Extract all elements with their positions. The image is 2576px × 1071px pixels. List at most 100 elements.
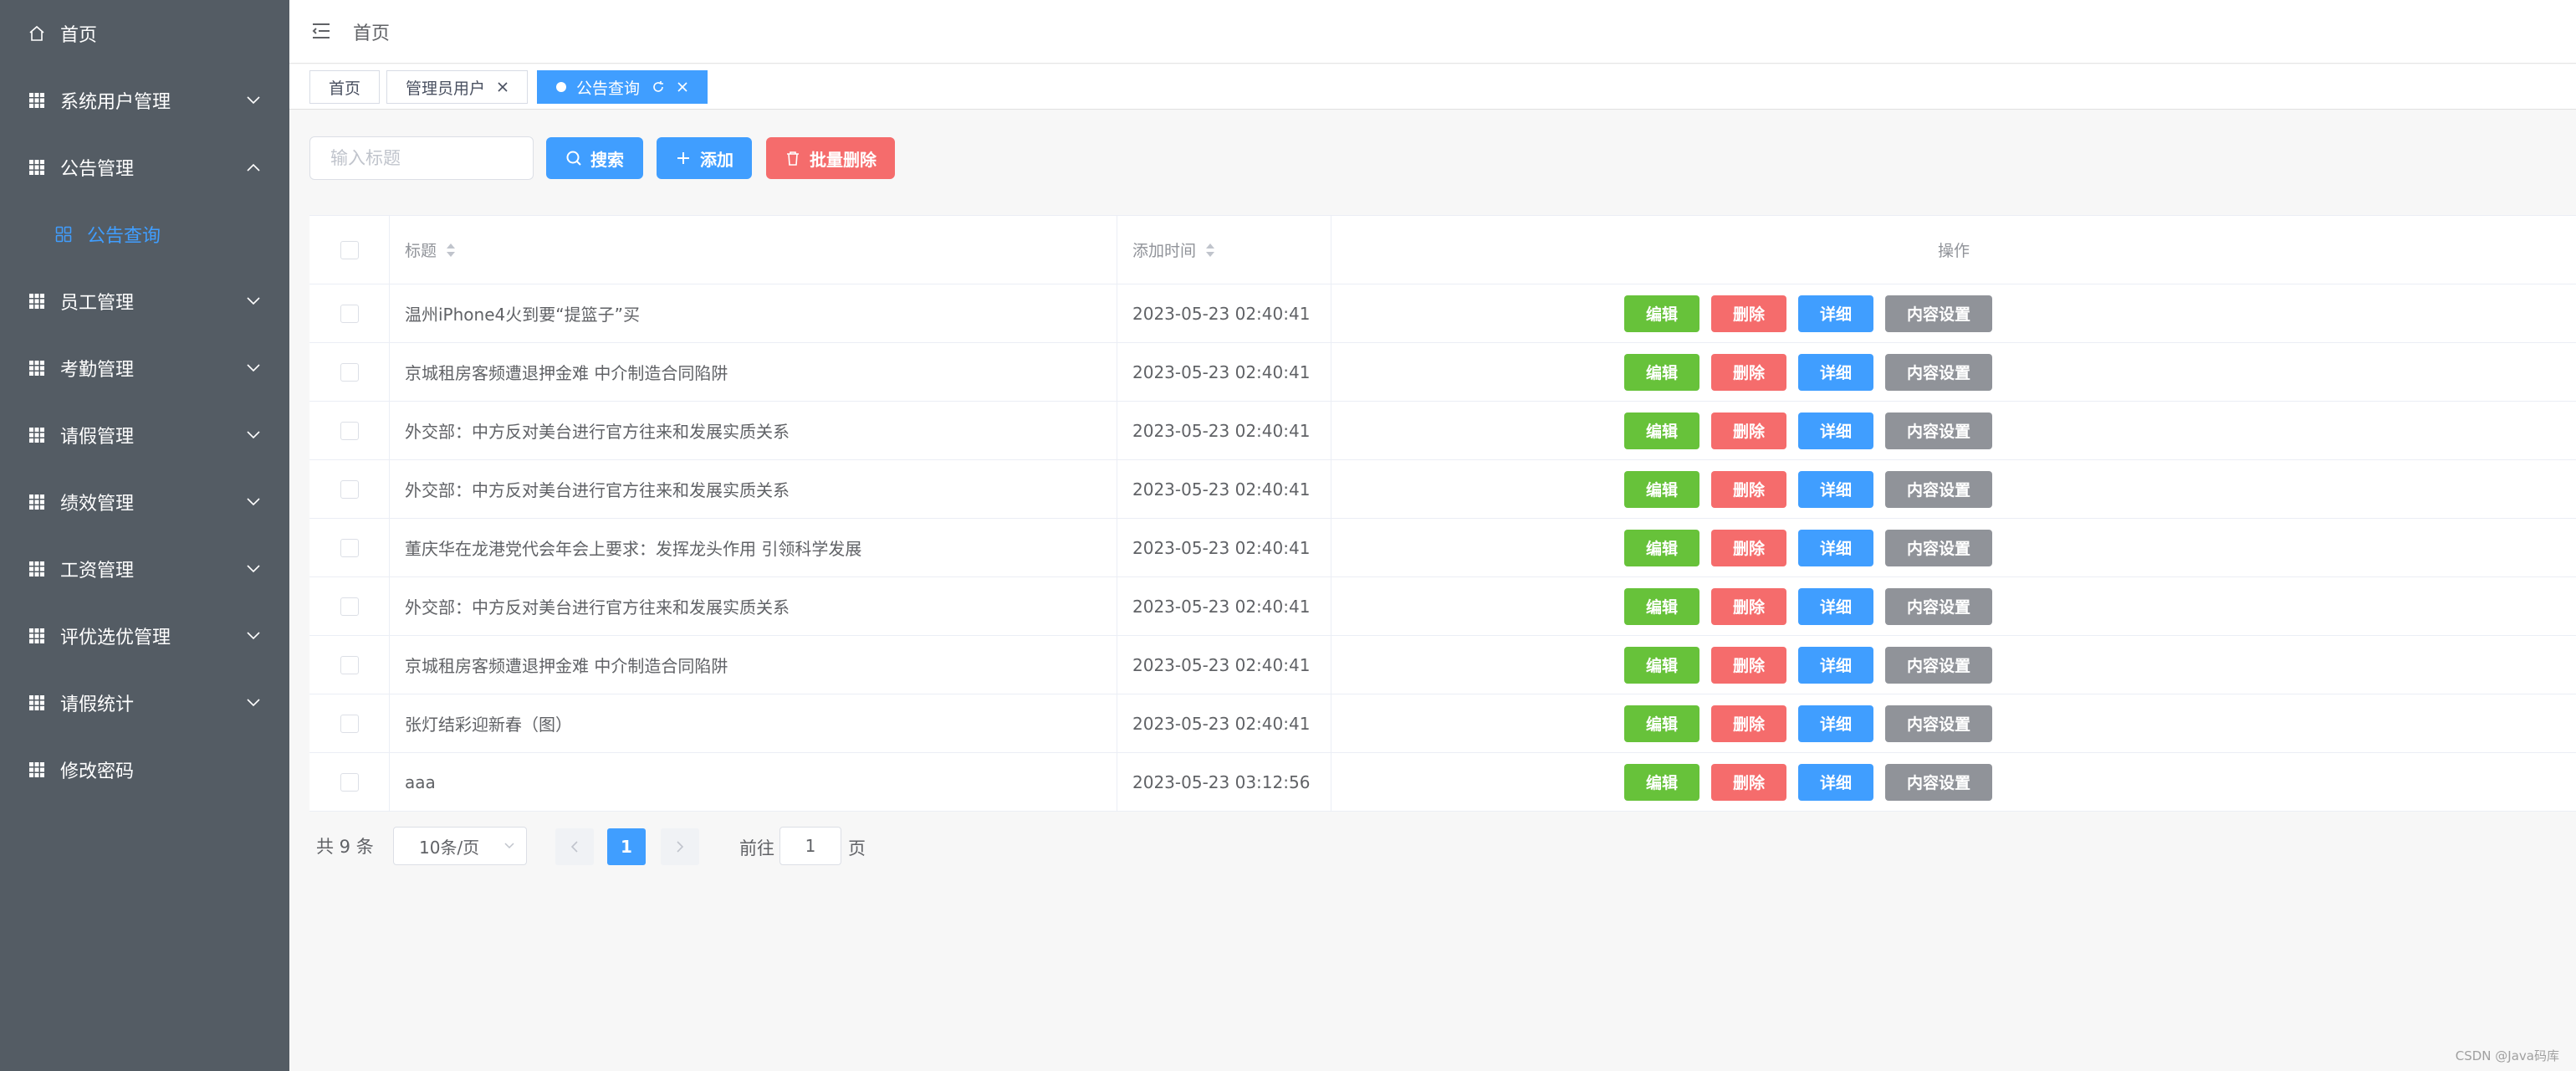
next-page-button[interactable] xyxy=(661,828,699,865)
select-all-checkbox[interactable] xyxy=(340,240,359,259)
add-button[interactable]: 添加 xyxy=(657,137,752,179)
tab-notice-query[interactable]: 公告查询 xyxy=(537,70,708,104)
content-settings-button[interactable]: 内容设置 xyxy=(1885,295,1992,332)
row-checkbox[interactable] xyxy=(340,597,359,616)
tab-admin-users[interactable]: 管理员用户 xyxy=(386,70,529,104)
content-settings-button[interactable]: 内容设置 xyxy=(1885,470,1992,508)
grid-icon xyxy=(29,93,44,108)
notice-table: 标题 添加时间 操作 温州iPhone4火到要“提篮子”买 2023-05-23 … xyxy=(309,215,2576,812)
content-settings-button[interactable]: 内容设置 xyxy=(1885,646,1992,684)
sidebar-item-performance[interactable]: 绩效管理 xyxy=(0,469,289,536)
delete-button[interactable]: 删除 xyxy=(1711,587,1786,625)
detail-button[interactable]: 详细 xyxy=(1798,412,1873,449)
row-checkbox[interactable] xyxy=(340,772,359,792)
delete-button[interactable]: 删除 xyxy=(1711,646,1786,684)
sidebar-item-label: 员工管理 xyxy=(60,293,135,314)
prev-page-button[interactable] xyxy=(555,828,594,865)
pagination-total: 共 9 条 xyxy=(316,837,374,857)
content-settings-button[interactable]: 内容设置 xyxy=(1885,529,1992,566)
row-checkbox[interactable] xyxy=(340,714,359,733)
row-checkbox[interactable] xyxy=(340,479,359,499)
delete-button[interactable]: 删除 xyxy=(1711,295,1786,332)
top-header: 首页 xyxy=(289,0,2576,64)
row-time: 2023-05-23 02:40:41 xyxy=(1132,713,1311,734)
delete-button[interactable]: 删除 xyxy=(1711,353,1786,391)
chevron-down-icon xyxy=(247,297,260,305)
chevron-left-icon xyxy=(570,841,578,853)
row-checkbox[interactable] xyxy=(340,655,359,674)
edit-button[interactable]: 编辑 xyxy=(1624,295,1699,332)
sidebar-item-leave-stats[interactable]: 请假统计 xyxy=(0,669,289,736)
edit-button[interactable]: 编辑 xyxy=(1624,763,1699,801)
content-settings-button[interactable]: 内容设置 xyxy=(1885,705,1992,742)
edit-button[interactable]: 编辑 xyxy=(1624,412,1699,449)
delete-button[interactable]: 删除 xyxy=(1711,705,1786,742)
sidebar-item-employees[interactable]: 员工管理 xyxy=(0,268,289,335)
row-checkbox[interactable] xyxy=(340,304,359,323)
breadcrumb[interactable]: 首页 xyxy=(353,18,390,45)
search-button[interactable]: 搜索 xyxy=(546,137,643,179)
sidebar-item-salary[interactable]: 工资管理 xyxy=(0,536,289,602)
row-title: 董庆华在龙港党代会年会上要求：发挥龙头作用 引领科学发展 xyxy=(405,539,862,559)
edit-button[interactable]: 编辑 xyxy=(1624,646,1699,684)
delete-button[interactable]: 删除 xyxy=(1711,529,1786,566)
sidebar-item-evaluation[interactable]: 评优选优管理 xyxy=(0,602,289,669)
grid-icon xyxy=(29,762,44,777)
row-title: 京城租房客频遭退押金难 中介制造合同陷阱 xyxy=(405,363,728,383)
row-checkbox[interactable] xyxy=(340,421,359,440)
tab-home[interactable]: 首页 xyxy=(309,70,381,104)
sidebar-item-label: 首页 xyxy=(60,25,98,46)
close-icon[interactable] xyxy=(677,81,688,93)
detail-button[interactable]: 详细 xyxy=(1798,705,1873,742)
grid-icon xyxy=(29,695,44,710)
sidebar-item-system-users[interactable]: 系统用户管理 xyxy=(0,67,289,134)
detail-button[interactable]: 详细 xyxy=(1798,763,1873,801)
edit-button[interactable]: 编辑 xyxy=(1624,529,1699,566)
menu-fold-icon[interactable] xyxy=(311,22,331,40)
close-icon[interactable] xyxy=(497,81,509,93)
delete-button[interactable]: 删除 xyxy=(1711,412,1786,449)
table-row: aaa 2023-05-23 03:12:56 编辑 删除 详细 内容设置 xyxy=(309,753,2576,812)
chevron-down-icon xyxy=(504,843,514,849)
sidebar-item-change-password[interactable]: 修改密码 xyxy=(0,736,289,803)
content-settings-button[interactable]: 内容设置 xyxy=(1885,412,1992,449)
sidebar-item-label: 评优选优管理 xyxy=(60,628,171,648)
detail-button[interactable]: 详细 xyxy=(1798,295,1873,332)
column-ops: 操作 xyxy=(1937,242,1970,260)
page-number-current[interactable]: 1 xyxy=(607,828,646,865)
edit-button[interactable]: 编辑 xyxy=(1624,470,1699,508)
goto-page-input[interactable] xyxy=(779,827,841,865)
detail-button[interactable]: 详细 xyxy=(1798,529,1873,566)
edit-button[interactable]: 编辑 xyxy=(1624,587,1699,625)
grid-icon xyxy=(29,361,44,376)
sidebar-item-attendance[interactable]: 考勤管理 xyxy=(0,335,289,402)
row-checkbox[interactable] xyxy=(340,362,359,382)
detail-button[interactable]: 详细 xyxy=(1798,587,1873,625)
chevron-down-icon xyxy=(247,96,260,105)
sidebar-item-notice-query[interactable]: 公告查询 xyxy=(0,201,289,268)
row-checkbox[interactable] xyxy=(340,538,359,557)
content-settings-button[interactable]: 内容设置 xyxy=(1885,353,1992,391)
detail-button[interactable]: 详细 xyxy=(1798,353,1873,391)
batch-delete-button[interactable]: 批量删除 xyxy=(766,137,895,179)
delete-button[interactable]: 删除 xyxy=(1711,763,1786,801)
sidebar-item-label: 请假统计 xyxy=(60,694,135,715)
detail-button[interactable]: 详细 xyxy=(1798,646,1873,684)
row-time: 2023-05-23 02:40:41 xyxy=(1132,303,1311,324)
delete-button[interactable]: 删除 xyxy=(1711,470,1786,508)
edit-button[interactable]: 编辑 xyxy=(1624,353,1699,391)
search-input[interactable] xyxy=(309,136,534,180)
sidebar-item-leave[interactable]: 请假管理 xyxy=(0,402,289,469)
edit-button[interactable]: 编辑 xyxy=(1624,705,1699,742)
content-settings-button[interactable]: 内容设置 xyxy=(1885,763,1992,801)
sort-icon[interactable] xyxy=(445,242,457,259)
sort-icon[interactable] xyxy=(1204,242,1216,259)
grid-icon xyxy=(29,294,44,309)
sidebar-item-home[interactable]: 首页 xyxy=(0,0,289,67)
sidebar-item-notice-management[interactable]: 公告管理 xyxy=(0,134,289,201)
refresh-icon[interactable] xyxy=(652,80,665,94)
row-title: aaa xyxy=(405,771,436,792)
content-settings-button[interactable]: 内容设置 xyxy=(1885,587,1992,625)
page-size-select[interactable]: 10条/页 xyxy=(393,827,527,865)
detail-button[interactable]: 详细 xyxy=(1798,470,1873,508)
